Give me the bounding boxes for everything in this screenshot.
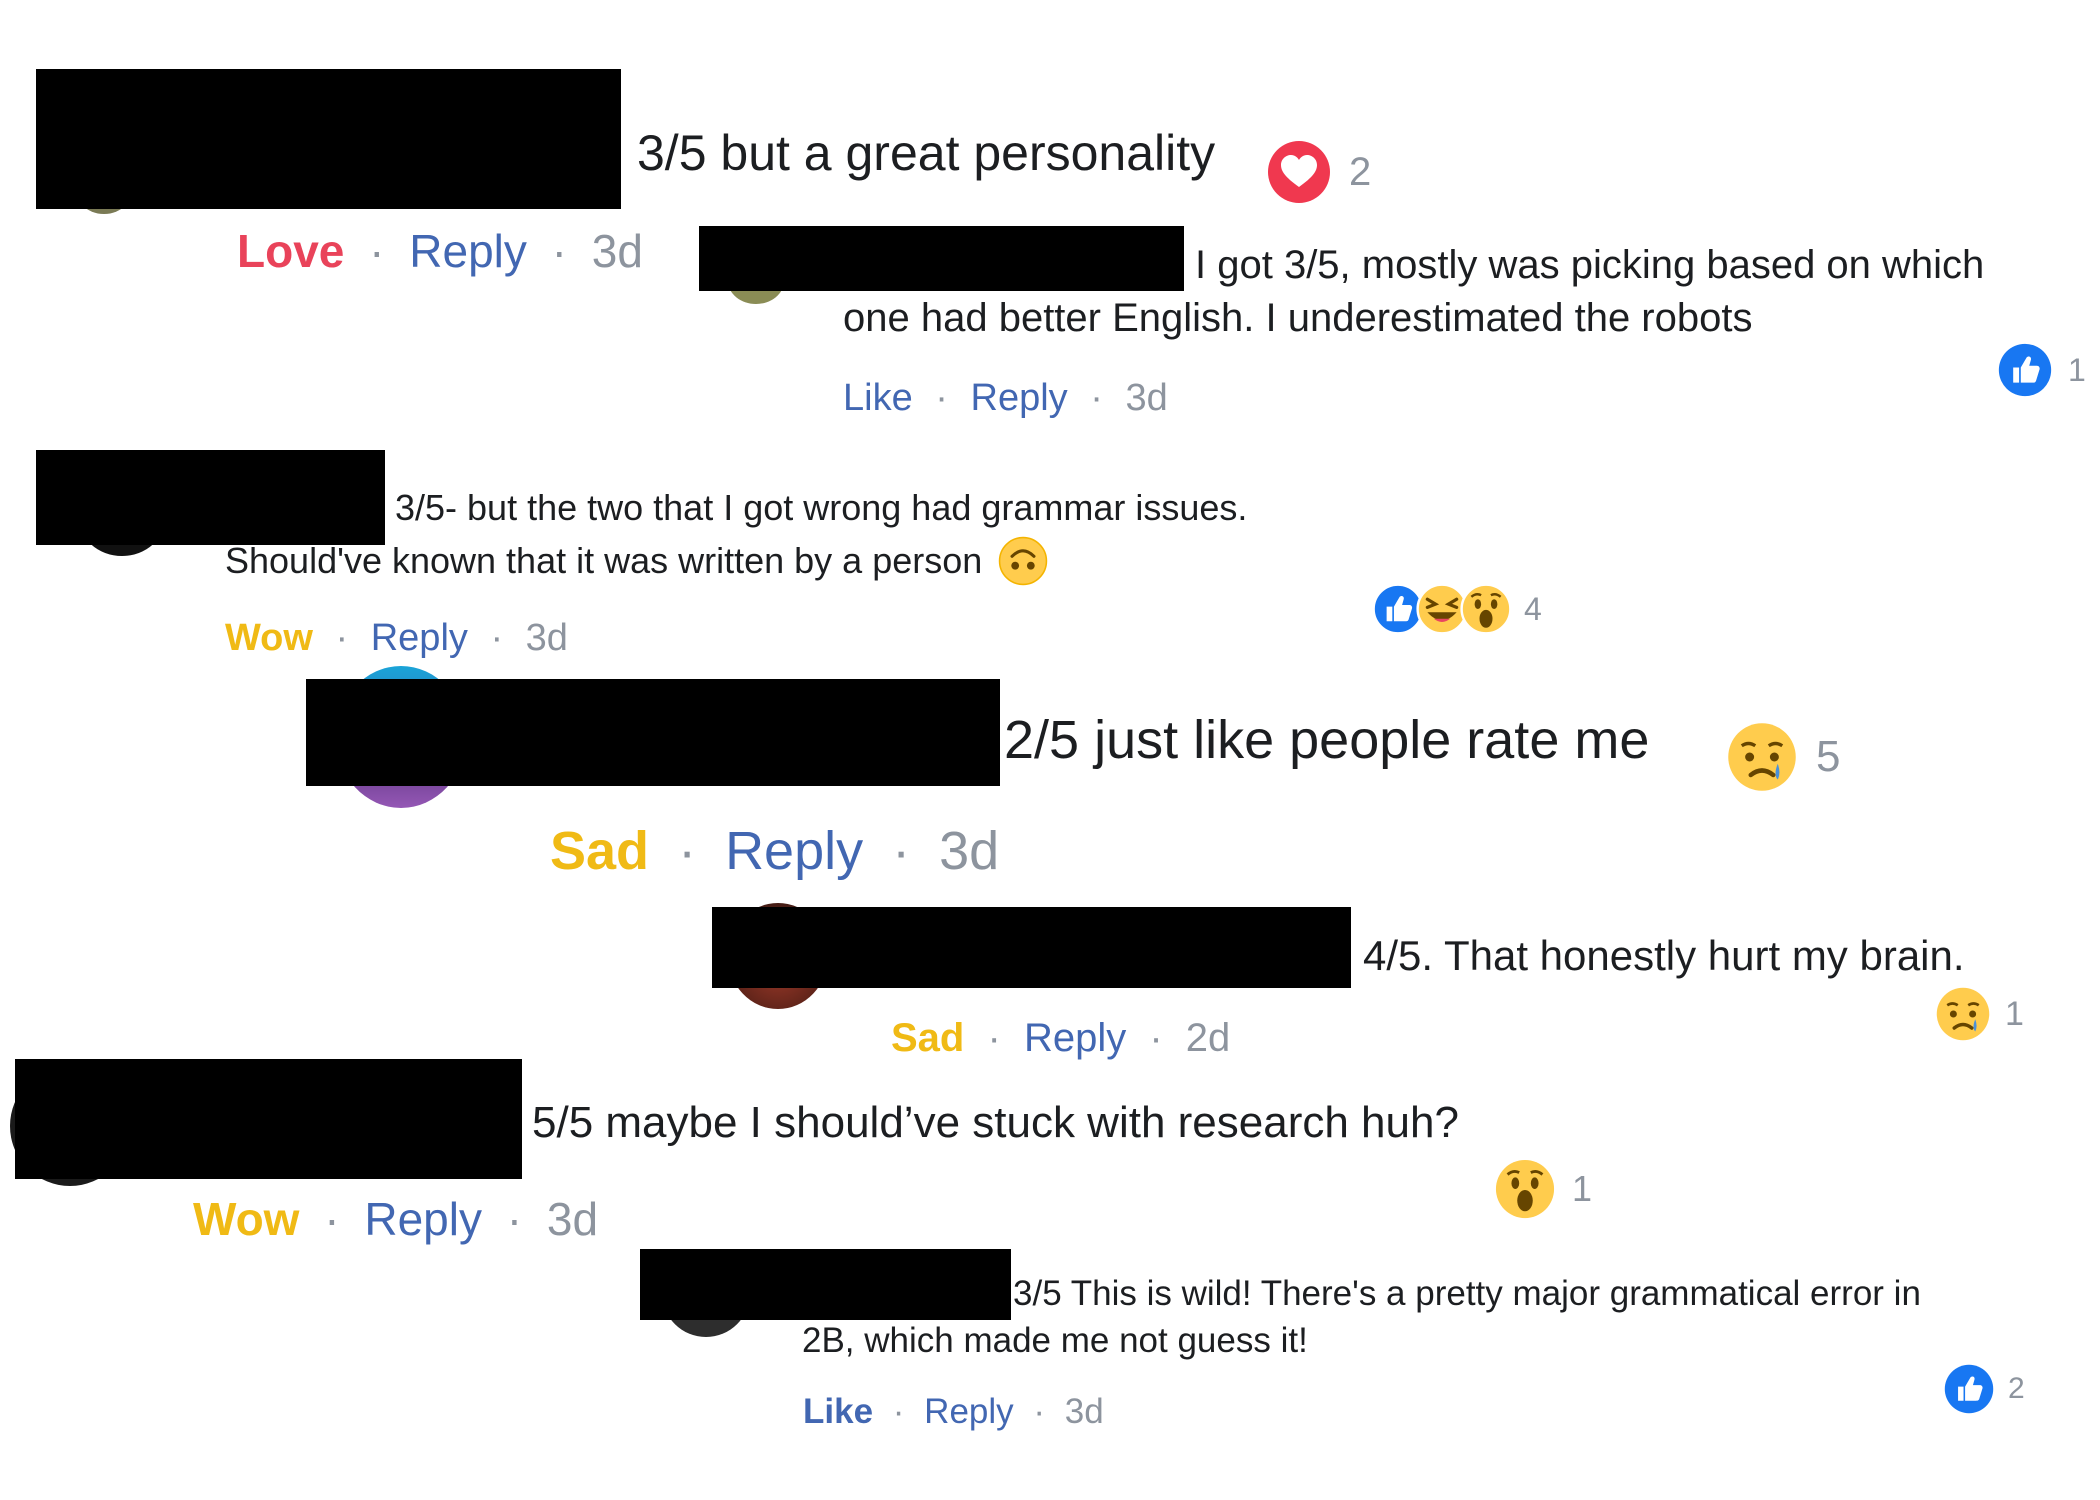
redacted-name xyxy=(712,907,1351,988)
reaction-count: 1 xyxy=(1572,1168,1593,1209)
comment-actions: Sad · Reply · 3d xyxy=(550,820,999,882)
comment-text-line-1: 3/5- but the two that I got wrong had gr… xyxy=(395,487,1248,528)
separator: · xyxy=(892,821,911,881)
separator: · xyxy=(490,617,504,659)
redacted-name xyxy=(306,679,1000,786)
separator: · xyxy=(369,225,385,277)
separator: · xyxy=(678,821,697,881)
like-button[interactable]: Like xyxy=(843,377,913,420)
comment-actions: Wow · Reply · 3d xyxy=(193,1192,598,1246)
wow-icon xyxy=(1460,583,1512,635)
comment-text: 5/5 maybe I should’ve stuck with researc… xyxy=(532,1098,1459,1147)
separator: · xyxy=(335,617,349,659)
wow-icon xyxy=(1495,1159,1555,1219)
redacted-name xyxy=(15,1059,522,1179)
sad-icon xyxy=(1936,987,1990,1041)
reply-button[interactable]: Reply xyxy=(409,224,527,278)
timestamp[interactable]: 3d xyxy=(1065,1392,1104,1432)
sad-reaction-button[interactable]: Sad xyxy=(550,820,649,882)
comment-text: 4/5. That honestly hurt my brain. xyxy=(1363,932,1965,979)
comment-text-line-2: Should've known that it was written by a… xyxy=(225,536,1048,586)
timestamp[interactable]: 2d xyxy=(1186,1016,1231,1061)
comment-actions: Like · Reply · 3d xyxy=(843,377,1168,420)
sad-reaction-button[interactable]: Sad xyxy=(891,1016,964,1061)
sad-icon xyxy=(1728,723,1796,791)
comment-text-line-1: I got 3/5, mostly was picking based on w… xyxy=(1195,243,1985,287)
reply-button[interactable]: Reply xyxy=(364,1192,482,1246)
separator: · xyxy=(935,377,948,419)
comment-text-line-2: one had better English. I underestimated… xyxy=(843,296,1753,340)
reply-button[interactable]: Reply xyxy=(924,1392,1013,1432)
separator: · xyxy=(1149,1016,1163,1060)
separator: · xyxy=(324,1193,340,1245)
comment-actions: Sad · Reply · 2d xyxy=(891,1016,1230,1061)
comment-actions: Like · Reply · 3d xyxy=(803,1392,1104,1432)
comment-text: 3/5 but a great personality xyxy=(637,125,1216,181)
reaction-summary[interactable]: 1 xyxy=(1494,1158,1592,1220)
timestamp[interactable]: 3d xyxy=(939,820,999,882)
comment-actions: Love · Reply · 3d xyxy=(237,224,643,278)
separator: · xyxy=(551,225,567,277)
upside-down-face-icon xyxy=(999,536,1048,586)
reaction-summary[interactable]: 2 xyxy=(1944,1364,2025,1414)
reaction-summary[interactable]: 5 xyxy=(1726,721,1840,793)
reaction-summary[interactable]: 1 xyxy=(1935,986,2024,1042)
reaction-count: 1 xyxy=(2068,351,2086,388)
reaction-count: 1 xyxy=(2005,994,2024,1033)
comment-actions: Wow · Reply · 3d xyxy=(225,617,568,660)
redacted-name xyxy=(640,1249,1011,1320)
heart-icon xyxy=(1268,141,1330,203)
separator: · xyxy=(892,1392,905,1431)
love-reaction-button[interactable]: Love xyxy=(237,224,344,278)
separator: · xyxy=(506,1193,523,1245)
reply-button[interactable]: Reply xyxy=(971,377,1068,420)
separator: · xyxy=(1090,377,1103,419)
redacted-name xyxy=(699,226,1184,291)
comment-text-line-2: 2B, which made me not guess it! xyxy=(802,1321,1308,1360)
comment-text-line-2-text: Should've known that it was written by a… xyxy=(225,540,983,581)
like-button[interactable]: Like xyxy=(803,1392,873,1432)
comment-text: 2/5 just like people rate me xyxy=(1004,710,1650,770)
reaction-count: 2 xyxy=(2008,1372,2025,1405)
timestamp[interactable]: 3d xyxy=(1125,377,1167,420)
reaction-summary[interactable]: 2 xyxy=(1267,140,1371,204)
reaction-count: 5 xyxy=(1816,732,1841,781)
reaction-count: 4 xyxy=(1524,590,1542,627)
redacted-name xyxy=(36,69,621,209)
comment-text-line-1: 3/5 This is wild! There's a pretty major… xyxy=(1013,1274,1921,1313)
reaction-summary[interactable]: 4 xyxy=(1372,583,1542,635)
reply-button[interactable]: Reply xyxy=(725,820,863,882)
separator: · xyxy=(1033,1392,1046,1431)
reply-button[interactable]: Reply xyxy=(371,617,468,660)
timestamp[interactable]: 3d xyxy=(592,224,643,278)
separator: · xyxy=(987,1016,1001,1060)
thumbs-up-icon xyxy=(1944,1364,1994,1414)
thumbs-up-icon xyxy=(1998,343,2052,397)
timestamp[interactable]: 3d xyxy=(547,1192,598,1246)
timestamp[interactable]: 3d xyxy=(526,617,568,660)
reaction-count: 2 xyxy=(1349,149,1372,194)
reaction-summary[interactable]: 1 xyxy=(1998,343,2086,397)
wow-reaction-button[interactable]: Wow xyxy=(225,617,313,660)
reply-button[interactable]: Reply xyxy=(1024,1016,1126,1061)
redacted-name xyxy=(36,450,385,545)
wow-reaction-button[interactable]: Wow xyxy=(193,1192,299,1246)
